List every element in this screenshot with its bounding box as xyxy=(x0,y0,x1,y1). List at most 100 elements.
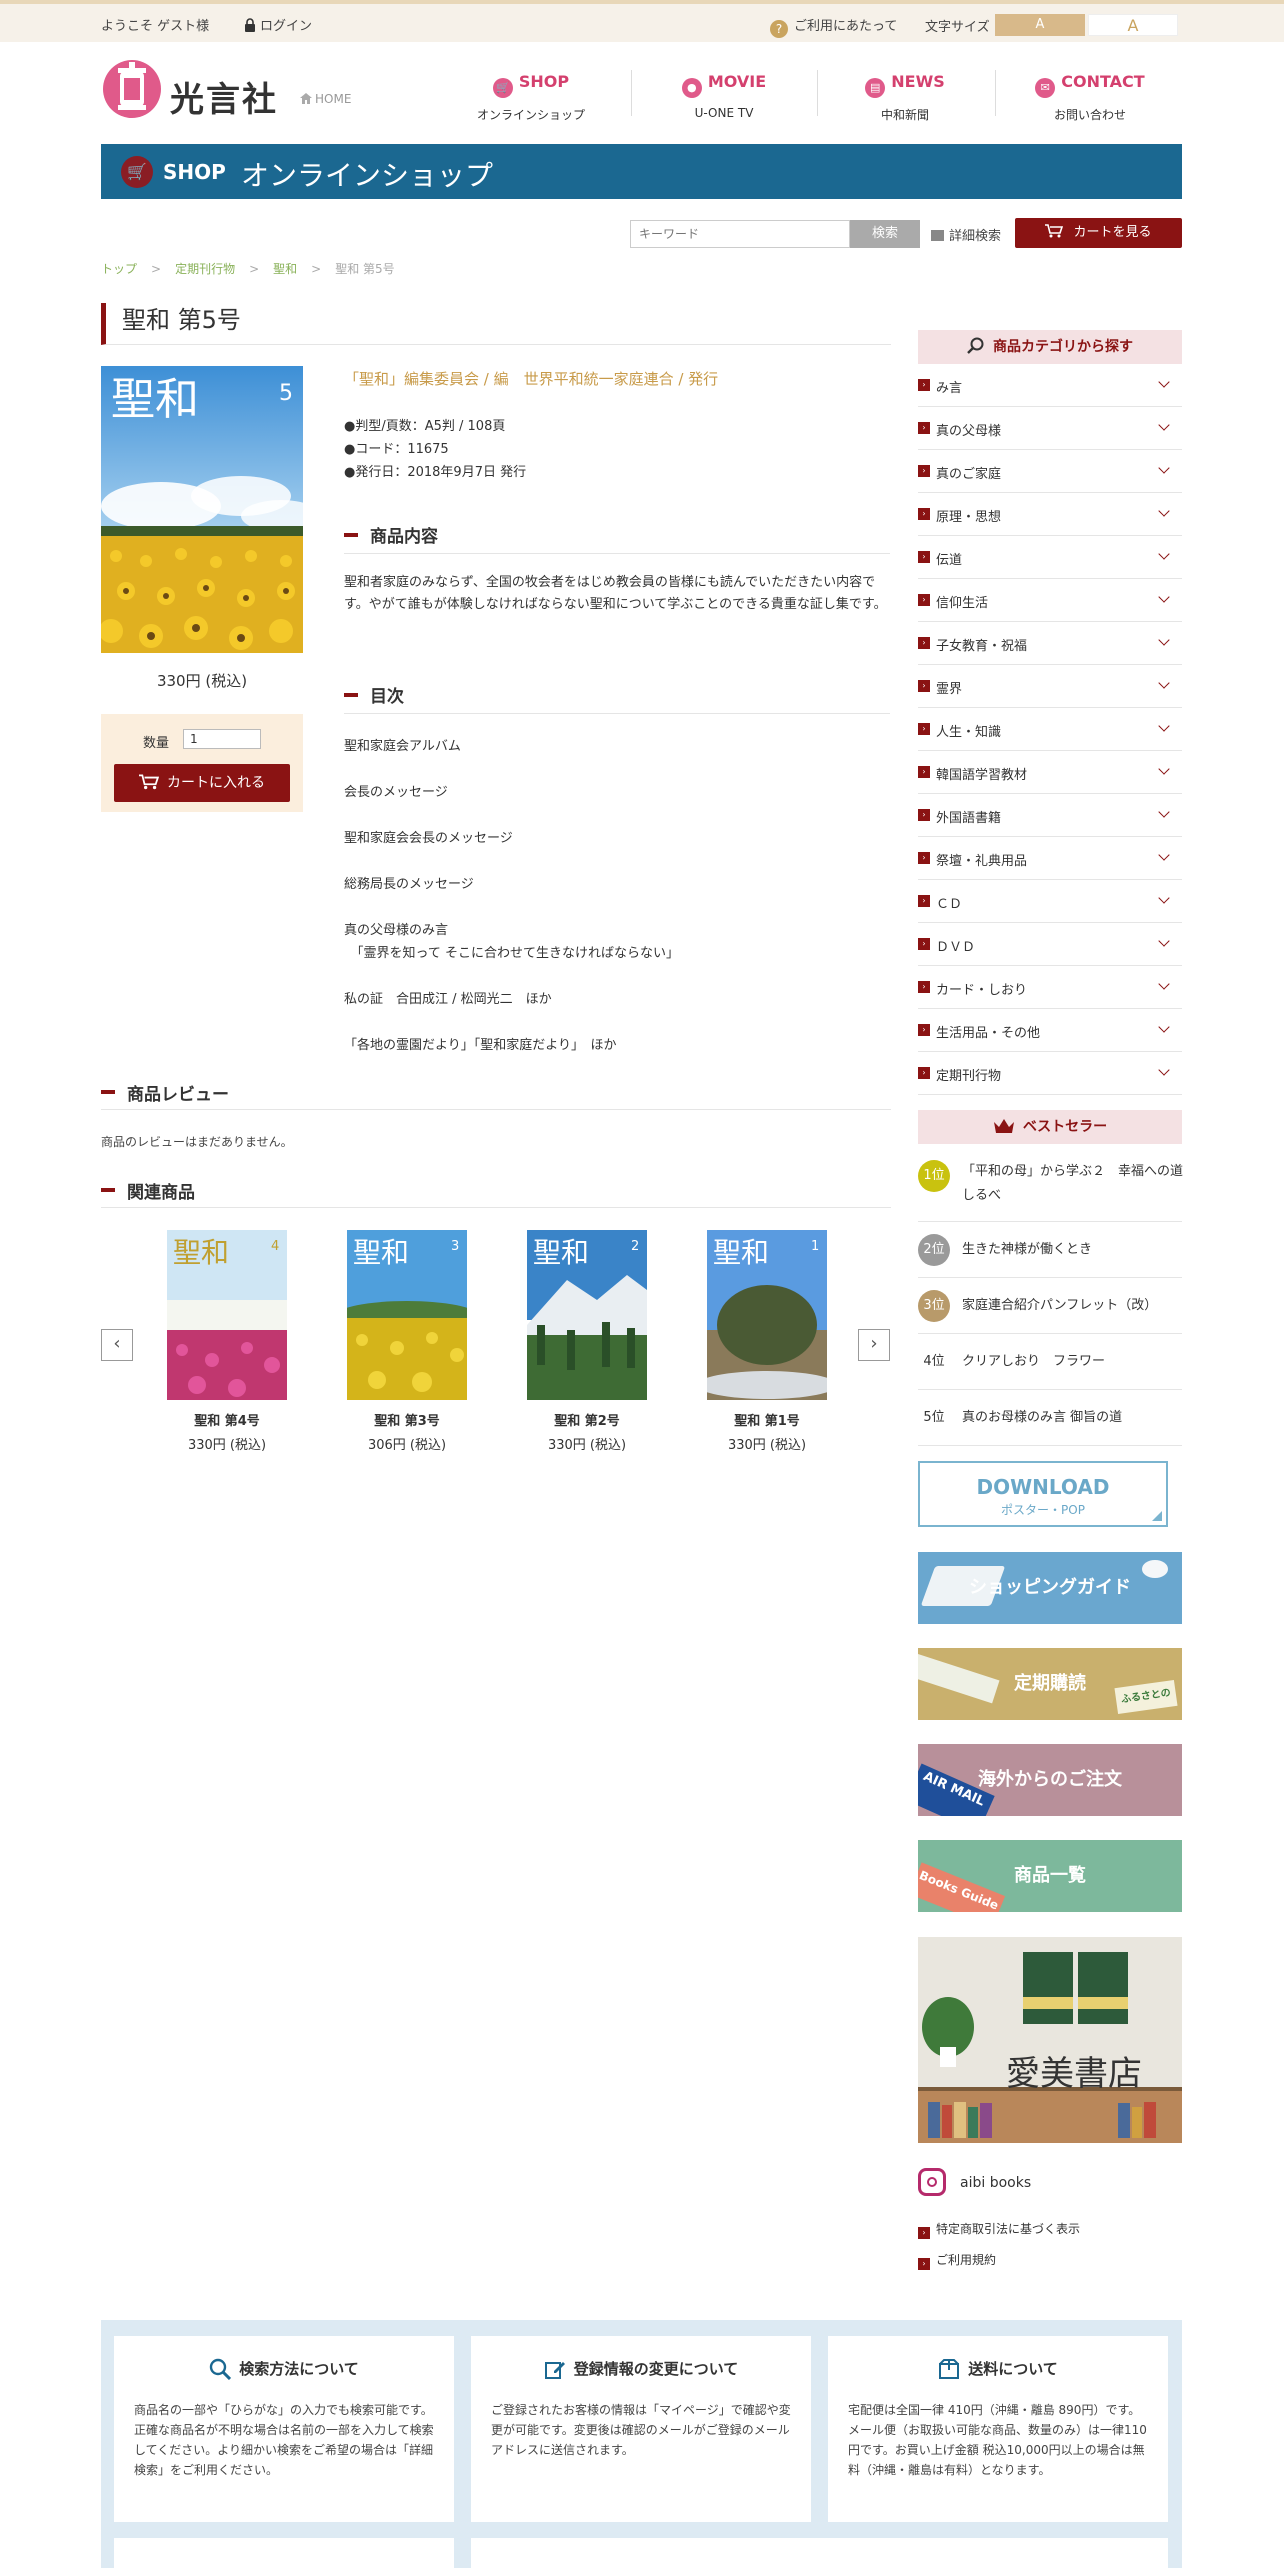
top-bar: ようこそ ゲスト様 ログイン ? ご利用にあたって 文字サイズ A A xyxy=(0,0,1284,42)
arrow-right-icon: › xyxy=(918,379,930,391)
chevron-down-icon[interactable] xyxy=(1158,849,1170,861)
product-list-banner[interactable]: Books Guide 商品一覧 xyxy=(918,1840,1182,1912)
related-item-3-image[interactable]: 聖和 3 xyxy=(347,1230,467,1400)
add-to-cart-button[interactable]: カートに入れる xyxy=(114,764,290,802)
overseas-order-banner[interactable]: AIR MAIL 海外からのご注文 xyxy=(918,1744,1182,1816)
chevron-down-icon[interactable] xyxy=(1158,505,1170,517)
instagram-link[interactable]: aibi books xyxy=(918,2168,1031,2196)
mail-icon: ✉ xyxy=(1035,78,1056,98)
chevron-down-icon[interactable] xyxy=(1158,419,1170,431)
quantity-label: 数量 xyxy=(143,736,170,751)
chevron-down-icon[interactable] xyxy=(1158,462,1170,474)
bestseller-title: クリアしおり フラワー xyxy=(962,1354,1106,1369)
download-banner[interactable]: DOWNLOAD ポスター・POP xyxy=(918,1461,1168,1527)
shopping-guide-banner[interactable]: ショッピングガイド xyxy=(918,1552,1182,1624)
sidebar-category-item[interactable]: › 伝道 xyxy=(918,536,1182,579)
spec-date: ●発行日：2018年9月7日 発行 xyxy=(344,465,527,480)
nav-news[interactable]: ▤ NEWS 中和新聞 xyxy=(815,72,995,123)
related-item-1-image[interactable]: 聖和 1 xyxy=(707,1230,827,1400)
chevron-down-icon[interactable] xyxy=(1158,978,1170,990)
brand-name[interactable]: 光言社 xyxy=(170,72,278,121)
review-heading: 商品レビュー xyxy=(101,1080,891,1110)
toc-item: 真の父母様のみ言 xyxy=(344,923,449,938)
aibi-bookstore-image[interactable]: 愛美書店 xyxy=(918,1937,1182,2143)
breadcrumb-seiwa[interactable]: 聖和 xyxy=(273,262,297,276)
chevron-down-icon[interactable] xyxy=(1158,1064,1170,1076)
advanced-search-link[interactable]: 詳細検索 xyxy=(931,225,1001,244)
sidebar-category-item[interactable]: › 真のご家庭 xyxy=(918,450,1182,493)
arrow-right-icon: › xyxy=(918,551,930,563)
related-item-1-name[interactable]: 聖和 第1号 xyxy=(692,1410,842,1429)
chevron-down-icon[interactable] xyxy=(1158,548,1170,560)
home-link[interactable]: HOME xyxy=(300,92,351,106)
related-item-2-image[interactable]: 聖和 2 xyxy=(527,1230,647,1400)
related-item-4-name[interactable]: 聖和 第4号 xyxy=(152,1410,302,1429)
sidebar-category-item[interactable]: › 真の父母様 xyxy=(918,407,1182,450)
sidebar-category-item[interactable]: › 生活用品・その他 xyxy=(918,1009,1182,1052)
bestseller-item[interactable]: 2位 生きた神様が働くとき xyxy=(918,1222,1182,1278)
chevron-down-icon[interactable] xyxy=(1158,677,1170,689)
carousel-prev-button[interactable]: ‹ xyxy=(101,1329,133,1361)
help-link[interactable]: ? ご利用にあたって xyxy=(770,15,897,38)
bestseller-item[interactable]: 4位 クリアしおり フラワー xyxy=(918,1334,1182,1390)
arrow-right-icon: › xyxy=(918,2227,930,2239)
svg-text:聖和: 聖和 xyxy=(173,1236,229,1269)
sidebar-category-item[interactable]: › 原理・思想 xyxy=(918,493,1182,536)
chevron-down-icon[interactable] xyxy=(1158,1021,1170,1033)
sidebar-category-item[interactable]: › カード・しおり xyxy=(918,966,1182,1009)
login-link[interactable]: ログイン xyxy=(244,15,312,34)
view-cart-button[interactable]: カートを見る xyxy=(1015,218,1182,248)
related-item-2-price: 330円 (税込) xyxy=(547,1438,627,1453)
mouse-icon xyxy=(1142,1560,1168,1578)
breadcrumb-top[interactable]: トップ xyxy=(101,262,137,276)
sidebar-category-item[interactable]: › ＤＶＤ xyxy=(918,923,1182,966)
sidebar-category-item[interactable]: › 祭壇・礼典用品 xyxy=(918,837,1182,880)
related-item-2-name[interactable]: 聖和 第2号 xyxy=(512,1410,662,1429)
quantity-input[interactable]: 1 xyxy=(183,729,261,749)
terms-link[interactable]: › ご利用規約 xyxy=(918,2251,996,2270)
chevron-down-icon[interactable] xyxy=(1158,763,1170,775)
nav-shop[interactable]: 🛒 SHOP オンラインショップ xyxy=(441,72,621,123)
arrow-right-icon: › xyxy=(918,680,930,692)
sidebar-category-item[interactable]: › 韓国語学習教材 xyxy=(918,751,1182,794)
rank-badge: 2位 xyxy=(918,1234,950,1266)
chevron-down-icon[interactable] xyxy=(1158,591,1170,603)
bestseller-item[interactable]: 1位 「平和の母」から学ぶ２ 幸福への道しるべ xyxy=(918,1152,1183,1222)
search-button[interactable]: 検索 xyxy=(850,220,920,248)
toc-item: 聖和家庭会アルバム xyxy=(344,739,461,754)
chevron-down-icon[interactable] xyxy=(1158,935,1170,947)
related-item-4-image[interactable]: 聖和 4 xyxy=(167,1230,287,1400)
sidebar-category-item[interactable]: › 定期刊行物 xyxy=(918,1052,1182,1095)
chevron-down-icon[interactable] xyxy=(1158,376,1170,388)
sidebar-category-item[interactable]: › 信仰生活 xyxy=(918,579,1182,622)
bestseller-item[interactable]: 3位 家庭連合紹介パンフレット（改） xyxy=(918,1278,1182,1334)
chevron-down-icon[interactable] xyxy=(1158,892,1170,904)
nav-contact[interactable]: ✉ CONTACT お問い合わせ xyxy=(1000,72,1180,123)
font-size-large-button[interactable]: A xyxy=(1088,14,1178,36)
bestseller-item[interactable]: 5位 真のお母様のみ言 御旨の道 xyxy=(918,1390,1182,1446)
lantern-logo-icon[interactable] xyxy=(101,58,163,120)
related-item-3-name[interactable]: 聖和 第3号 xyxy=(332,1410,482,1429)
sidebar-category-item[interactable]: › ＣＤ xyxy=(918,880,1182,923)
font-size-small-button[interactable]: A xyxy=(995,14,1085,36)
sidebar-category-item[interactable]: › 霊界 xyxy=(918,665,1182,708)
footer-lower-box xyxy=(114,2538,454,2568)
sidebar-category-item[interactable]: › 子女教育・祝福 xyxy=(918,622,1182,665)
carousel-next-button[interactable]: › xyxy=(858,1329,890,1361)
arrow-right-icon: › xyxy=(918,809,930,821)
svg-text:聖和: 聖和 xyxy=(353,1236,409,1269)
nav-movie[interactable]: ● MOVIE U-ONE TV xyxy=(634,72,814,120)
chevron-down-icon[interactable] xyxy=(1158,806,1170,818)
sidebar-category-item[interactable]: › 人生・知識 xyxy=(918,708,1182,751)
bestseller-title: 真のお母様のみ言 御旨の道 xyxy=(962,1410,1123,1425)
chevron-down-icon[interactable] xyxy=(1158,720,1170,732)
sidebar-category-item[interactable]: › み言 xyxy=(918,364,1182,407)
legal-notice-link[interactable]: › 特定商取引法に基づく表示 xyxy=(918,2220,1080,2239)
search-input[interactable] xyxy=(630,220,850,248)
footer-info: 検索方法について 商品名の一部や「ひらがな」の入力でも検索可能です。正確な商品名… xyxy=(101,2320,1182,2568)
chevron-down-icon[interactable] xyxy=(1158,634,1170,646)
breadcrumb: トップ > 定期刊行物 > 聖和 > 聖和 第5号 xyxy=(101,262,395,276)
breadcrumb-periodicals[interactable]: 定期刊行物 xyxy=(175,262,235,276)
sidebar-category-item[interactable]: › 外国語書籍 xyxy=(918,794,1182,837)
subscription-banner[interactable]: ふるさとの 定期購読 xyxy=(918,1648,1182,1720)
